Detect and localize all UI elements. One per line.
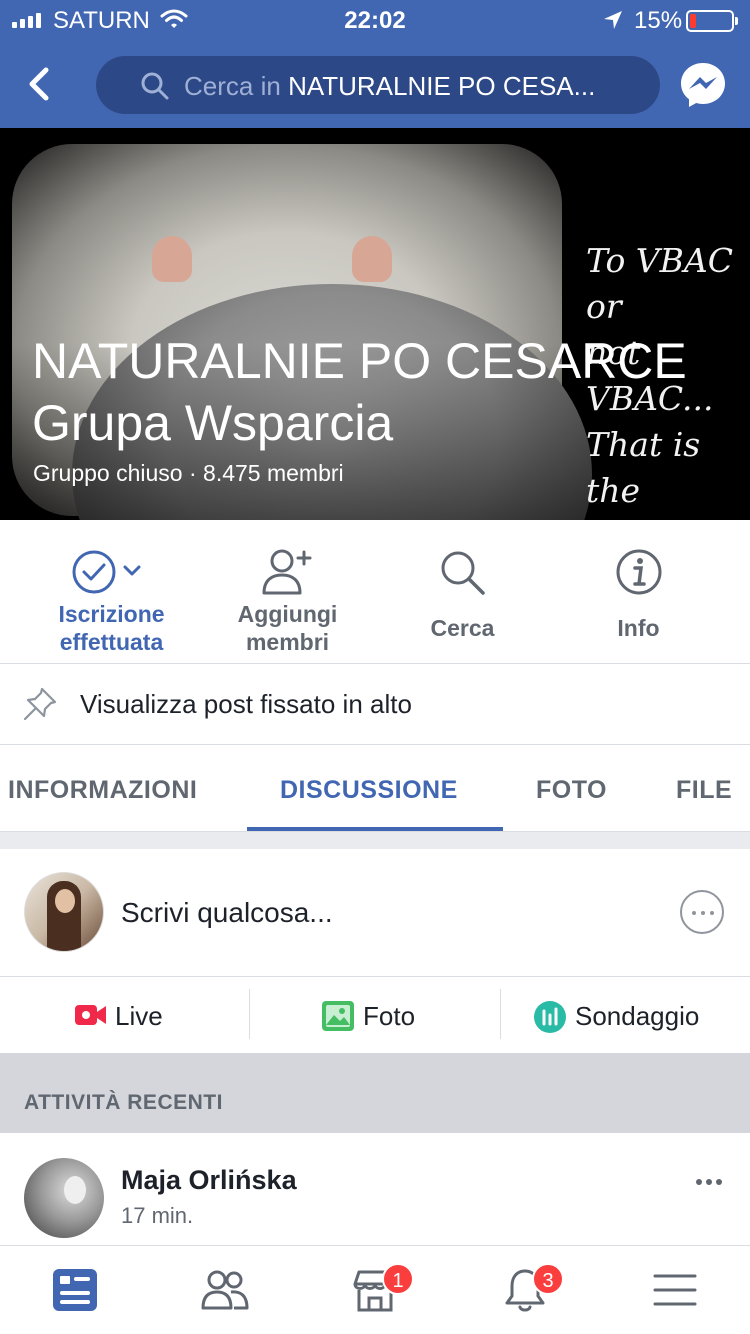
search-target: NATURALNIE PO CESA... [288, 71, 596, 101]
add-member-icon [262, 548, 314, 601]
poll-button[interactable]: Sondaggio [500, 977, 750, 1053]
info-label: Info [617, 615, 660, 641]
group-cover: To VBAC or not VBAC... That is the quest… [0, 128, 750, 520]
notifications-badge: 3 [532, 1263, 564, 1295]
battery-percent: 15% [634, 7, 683, 34]
add-members-button[interactable]: Aggiungi membri [200, 520, 375, 664]
post-options-icon[interactable] [696, 1179, 722, 1185]
info-button[interactable]: Info [551, 520, 726, 664]
write-something-input[interactable]: Scrivi qualcosa... [121, 897, 333, 929]
more-options-icon[interactable] [680, 890, 724, 934]
marketplace-badge: 1 [382, 1263, 414, 1295]
add-members-label: Aggiungi membri [237, 601, 338, 655]
tab-menu[interactable] [600, 1246, 750, 1334]
tab-foto[interactable]: FOTO [536, 776, 607, 805]
post-time[interactable]: 17 min. [121, 1203, 193, 1229]
tab-notifications[interactable]: 3 [450, 1246, 600, 1334]
joined-button[interactable]: Iscrizione effettuata [24, 520, 199, 664]
search-icon [140, 71, 170, 106]
pin-icon [22, 686, 58, 727]
section-title: ATTIVITÀ RECENTI [24, 1091, 223, 1114]
info-icon [615, 548, 663, 601]
search-icon [438, 548, 488, 601]
tab-informazioni[interactable]: INFORMAZIONI [8, 776, 197, 805]
poll-label: Sondaggio [575, 1001, 700, 1031]
messenger-button[interactable] [678, 60, 728, 110]
photo-label: Foto [363, 1001, 416, 1031]
avatar[interactable] [24, 1158, 104, 1238]
friends-icon [201, 1270, 249, 1310]
tab-discussione[interactable]: DISCUSSIONE [280, 776, 458, 805]
live-video-icon [75, 1001, 107, 1034]
status-bar: SATURN 22:02 15% [0, 0, 750, 40]
joined-check-icon [72, 548, 152, 601]
avatar[interactable] [24, 872, 104, 952]
search-prefix: Cerca in [184, 71, 281, 101]
back-button[interactable] [22, 64, 62, 104]
live-label: Live [115, 1001, 163, 1031]
tab-friends[interactable] [150, 1246, 300, 1334]
photo-icon [322, 1001, 354, 1036]
pinned-post-row[interactable]: Visualizza post fissato in alto [0, 664, 750, 745]
live-button[interactable]: Live [0, 977, 250, 1053]
active-tab-indicator [247, 827, 503, 831]
tab-marketplace[interactable]: 1 [300, 1246, 450, 1334]
location-arrow-icon [602, 9, 624, 38]
messenger-icon [681, 63, 725, 107]
menu-icon [653, 1274, 697, 1306]
top-bar: SATURN 22:02 15% Cerca in NATURALNIE PO … [0, 0, 750, 128]
recent-activity-header: ATTIVITÀ RECENTI [0, 1053, 750, 1133]
battery-icon [686, 10, 738, 32]
pinned-post-label: Visualizza post fissato in alto [80, 689, 412, 719]
news-feed-icon [53, 1269, 97, 1311]
tab-news-feed[interactable] [0, 1246, 150, 1334]
photo-button[interactable]: Foto [250, 977, 500, 1053]
poll-icon [534, 1001, 566, 1038]
search-group-label: Cerca [430, 615, 495, 641]
group-actions: Iscrizione effettuata Aggiungi membri Ce… [0, 520, 750, 664]
post-header: Maja Orlińska 17 min. [0, 1133, 750, 1245]
tab-file[interactable]: FILE [676, 776, 732, 805]
group-title: NATURALNIE PO CESARCE Grupa Wsparcia [32, 333, 687, 451]
post-author[interactable]: Maja Orlińska [121, 1165, 297, 1196]
search-placeholder: Cerca in NATURALNIE PO CESA... [184, 71, 595, 102]
joined-label: Iscrizione effettuata [58, 601, 165, 655]
group-tabs: INFORMAZIONI DISCUSSIONE FOTO FILE [0, 745, 750, 832]
group-subtitle: Gruppo chiuso · 8.475 membri [33, 460, 344, 486]
chevron-left-icon [29, 67, 49, 101]
search-group-button[interactable]: Cerca [375, 520, 550, 664]
group-search-field[interactable]: Cerca in NATURALNIE PO CESA... [96, 56, 660, 114]
bottom-tab-bar: 1 3 [0, 1245, 750, 1334]
post-composer: Scrivi qualcosa... Live Foto Sondaggio [0, 849, 750, 1053]
